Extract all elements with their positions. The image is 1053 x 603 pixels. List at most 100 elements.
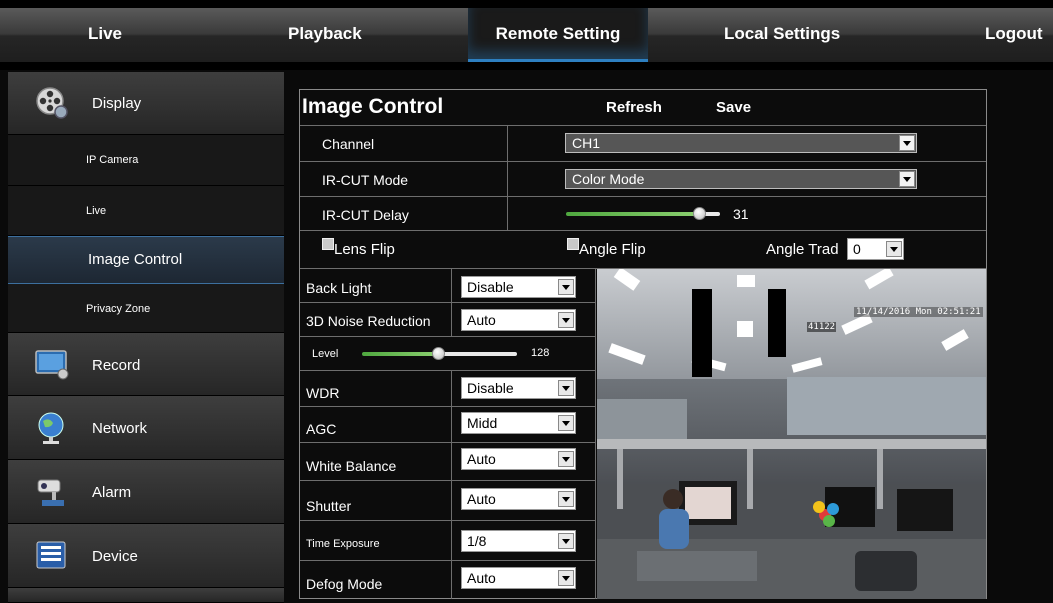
sidebar-item-live[interactable]: Live [8,186,284,236]
wdr-select[interactable]: Disable [461,377,576,399]
defog-mode-select[interactable]: Auto [461,567,576,589]
chevron-down-icon[interactable] [558,279,574,295]
top-navigation: Live Playback Remote Setting Local Setti… [0,0,1053,70]
globe-icon [38,412,64,444]
level-label: Level [312,348,339,360]
back-light-row: Back Light Disable [300,269,596,303]
time-exposure-select[interactable]: 1/8 [461,530,576,552]
camera-preview: 11/14/2016 Mon 02:51:21 41122 [597,269,986,599]
ircut-delay-slider-handle[interactable] [693,207,706,220]
sidebar: Display IP Camera Live Image Control Pri… [8,72,284,603]
defog-mode-label: Defog Mode [306,576,383,592]
sidebar-item-label: Device [92,548,138,565]
agc-select[interactable]: Midd [461,412,576,434]
ircut-delay-label: IR-CUT Delay [322,207,409,223]
sidebar-item-privacy-zone[interactable]: Privacy Zone [8,284,284,333]
divider [507,125,508,230]
time-exposure-value: 1/8 [467,533,487,549]
sidebar-item-label: IP Camera [86,154,139,166]
chevron-down-icon[interactable] [558,312,574,328]
ircut-mode-value: Color Mode [572,171,645,187]
ircut-delay-slider-fill [566,212,700,216]
divider [300,230,986,231]
white-balance-value: Auto [467,451,496,467]
time-exposure-row: Time Exposure 1/8 [300,521,596,561]
wdr-label: WDR [306,385,340,401]
page-title: Image Control [302,95,444,118]
lens-flip-checkbox[interactable] [322,238,334,250]
chevron-down-icon[interactable] [558,415,574,431]
back-light-value: Disable [467,279,514,295]
sidebar-item-label: Alarm [92,484,132,501]
angle-flip-checkbox[interactable] [567,238,579,250]
tab-playback[interactable]: Playback [288,8,362,62]
wdr-value: Disable [467,380,514,396]
time-exposure-label: Time Exposure [306,538,380,550]
channel-select[interactable]: CH1 [565,133,917,153]
channel-label: Channel [322,136,375,152]
chevron-down-icon[interactable] [558,380,574,396]
noise-reduction-select[interactable]: Auto [461,309,576,331]
level-slider-rest [439,352,517,356]
chevron-down-icon[interactable] [558,491,574,507]
chevron-down-icon[interactable] [886,241,902,257]
level-row: Level 128 [300,337,596,371]
angle-flip-label: Angle Flip [579,241,646,258]
angle-trad-select[interactable]: 0 [847,238,904,260]
back-light-select[interactable]: Disable [461,276,576,298]
office-scene-image [597,269,986,599]
chevron-down-icon[interactable] [558,533,574,549]
film-reel-icon [36,87,68,119]
sidebar-item-label: Record [92,357,141,374]
channel-value: CH1 [572,135,601,151]
defog-mode-row: Defog Mode Auto [300,561,596,599]
security-camera-icon [37,479,64,506]
chevron-down-icon[interactable] [899,171,915,187]
ircut-mode-label: IR-CUT Mode [322,172,409,188]
noise-reduction-value: Auto [467,312,496,328]
ircut-mode-select[interactable]: Color Mode [565,169,917,189]
video-timestamp: 11/14/2016 Mon 02:51:21 [854,307,983,317]
level-value: 128 [531,347,550,359]
tab-local-settings[interactable]: Local Settings [724,8,840,62]
level-slider-handle[interactable] [432,347,445,360]
white-balance-select[interactable]: Auto [461,448,576,470]
shutter-row: Shutter Auto [300,481,596,521]
image-settings-grid: Back Light Disable 3D Noise Reduction Au… [300,269,596,599]
monitor-icon [35,350,69,380]
shutter-label: Shutter [306,498,352,514]
agc-label: AGC [306,421,337,437]
tab-remote-setting[interactable]: Remote Setting [468,8,648,62]
shutter-select[interactable]: Auto [461,488,576,510]
refresh-button[interactable]: Refresh [606,99,662,116]
sidebar-item-ip-camera[interactable]: IP Camera [8,135,284,186]
agc-value: Midd [467,415,498,431]
sidebar-item-network[interactable]: Network [8,396,284,460]
chevron-down-icon[interactable] [899,135,915,151]
divider [300,161,986,162]
chevron-down-icon[interactable] [558,570,574,586]
angle-trad-value: 0 [853,241,861,257]
image-control-panel: Image Control Refresh Save Channel CH1 I… [299,89,987,599]
defog-mode-value: Auto [467,570,496,586]
noise-reduction-row: 3D Noise Reduction Auto [300,303,596,337]
sidebar-item-record[interactable]: Record [8,333,284,396]
tab-logout[interactable]: Logout [985,8,1043,62]
sidebar-item-label: Image Control [88,251,183,268]
sidebar-item-display[interactable]: Display [8,72,284,135]
ircut-delay-value: 31 [733,206,749,222]
save-button[interactable]: Save [716,99,751,116]
video-camera-id: 41122 [807,322,837,332]
sidebar-item-label: Display [92,95,142,112]
angle-trad-label: Angle Trad [766,241,839,258]
sidebar-item-alarm[interactable]: Alarm [8,460,284,524]
chevron-down-icon[interactable] [558,451,574,467]
sidebar-item-device[interactable]: Device [8,524,284,588]
sidebar-item-more[interactable] [8,588,284,603]
white-balance-row: White Balance Auto [300,443,596,481]
tab-live[interactable]: Live [88,8,122,62]
agc-row: AGC Midd [300,407,596,443]
wdr-row: WDR Disable [300,371,596,407]
noise-reduction-label: 3D Noise Reduction [306,313,431,329]
sidebar-item-image-control[interactable]: Image Control [8,236,284,284]
